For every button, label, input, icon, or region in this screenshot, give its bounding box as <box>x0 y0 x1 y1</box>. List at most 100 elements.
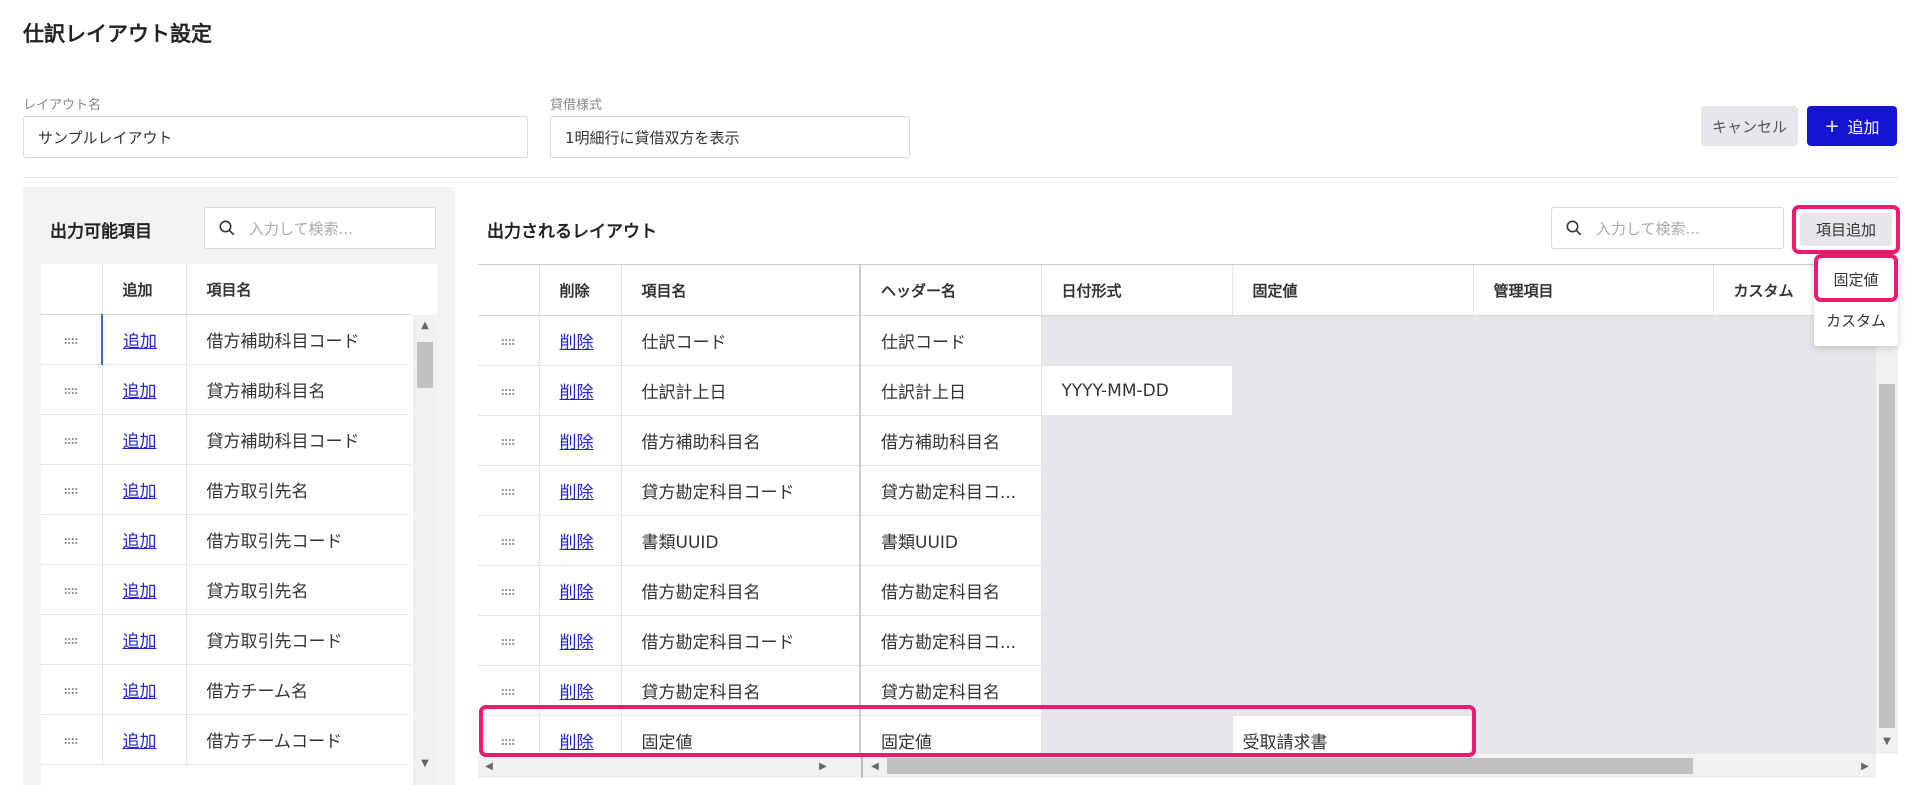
delete-link[interactable]: 削除 <box>560 333 594 353</box>
scroll-left-arrow-icon[interactable]: ◀ <box>482 759 496 773</box>
drag-handle-icon[interactable] <box>41 664 103 715</box>
search-icon <box>219 220 235 236</box>
management-item-cell <box>1473 715 1714 754</box>
table-row[interactable]: 削除 借方勘定科目名 借方勘定科目名 <box>478 565 1876 616</box>
table-row[interactable]: 削除 仕訳計上日 仕訳計上日 YYYY-MM-DD <box>478 365 1876 416</box>
table-row[interactable]: 追加 貸方取引先名 <box>41 564 411 615</box>
available-scrollbar-thumb[interactable] <box>417 342 433 388</box>
scroll-down-arrow-icon[interactable]: ▼ <box>413 756 437 770</box>
drag-handle-icon[interactable] <box>478 465 540 516</box>
debit-credit-style-select[interactable]: 1明細行に貸借双方を表示 <box>550 116 910 158</box>
table-row[interactable]: 追加 借方取引先コード <box>41 514 411 565</box>
add-link[interactable]: 追加 <box>123 732 157 752</box>
add-button[interactable]: + 追加 <box>1807 106 1897 146</box>
output-horizontal-scrollbar-thumb[interactable] <box>887 758 1693 774</box>
drag-handle-icon[interactable] <box>478 515 540 566</box>
add-link[interactable]: 追加 <box>123 482 157 502</box>
available-search-placeholder: 入力して検索... <box>249 219 353 238</box>
table-row[interactable]: 削除 借方勘定科目コード 借方勘定科目コ... <box>478 615 1876 666</box>
drag-handle-icon[interactable] <box>478 565 540 616</box>
delete-link[interactable]: 削除 <box>560 433 594 453</box>
layout-name-label: レイアウト名 <box>23 98 102 113</box>
debit-credit-style-label: 貸借様式 <box>550 98 603 113</box>
drag-handle-icon[interactable] <box>478 365 540 416</box>
add-link[interactable]: 追加 <box>123 432 157 452</box>
handle-col-header <box>41 264 103 315</box>
add-link[interactable]: 追加 <box>123 682 157 702</box>
add-link[interactable]: 追加 <box>123 632 157 652</box>
add-link[interactable]: 追加 <box>123 382 157 402</box>
delete-link[interactable]: 削除 <box>560 383 594 403</box>
delete-link[interactable]: 削除 <box>560 483 594 503</box>
header-name-input[interactable]: 借方勘定科目名 <box>860 565 1042 616</box>
drag-handle-icon[interactable] <box>478 615 540 666</box>
scroll-right-arrow-icon[interactable]: ▶ <box>1858 759 1872 773</box>
dropdown-item-custom[interactable]: カスタム <box>1814 300 1898 340</box>
output-header-row: 削除 項目名 ヘッダー名 日付形式 固定値 管理項目 カスタム <box>478 265 1876 316</box>
header-name-input[interactable]: 貸方勘定科目コ... <box>860 465 1042 516</box>
item-name: 仕訳コード <box>621 315 861 366</box>
search-icon <box>1566 220 1582 236</box>
scroll-right-arrow-icon[interactable]: ▶ <box>816 759 830 773</box>
table-row[interactable]: 追加 借方チーム名 <box>41 664 411 715</box>
header-name-input[interactable]: 借方勘定科目コ... <box>860 615 1042 666</box>
item-name: 仕訳計上日 <box>621 365 861 416</box>
management-item-cell <box>1473 515 1714 566</box>
scroll-up-arrow-icon[interactable]: ▲ <box>413 318 437 332</box>
add-link[interactable]: 追加 <box>123 582 157 602</box>
drag-handle-icon[interactable] <box>41 314 103 365</box>
drag-handle-icon[interactable] <box>41 564 103 615</box>
table-row[interactable]: 追加 借方補助科目コード <box>41 314 411 365</box>
header-name-input[interactable]: 仕訳コード <box>860 315 1042 366</box>
item-name: 借方補助科目コード <box>186 314 411 365</box>
output-layout-title: 出力されるレイアウト <box>487 222 657 242</box>
available-search-input[interactable]: 入力して検索... <box>204 207 436 249</box>
output-search-input[interactable]: 入力して検索... <box>1551 207 1784 249</box>
drag-handle-icon[interactable] <box>478 315 540 366</box>
scroll-left-arrow-icon[interactable]: ◀ <box>868 759 882 773</box>
item-name: 貸方勘定科目コード <box>621 465 861 516</box>
table-row[interactable]: 削除 書類UUID 書類UUID <box>478 515 1876 566</box>
header-divider <box>23 177 1898 178</box>
add-link[interactable]: 追加 <box>123 532 157 552</box>
add-button-label: 追加 <box>1847 118 1880 137</box>
date-format-input[interactable]: YYYY-MM-DD <box>1041 365 1233 416</box>
drag-handle-icon[interactable] <box>41 464 103 515</box>
custom-cell <box>1713 615 1876 666</box>
drag-handle-icon[interactable] <box>41 614 103 665</box>
table-row[interactable]: 追加 借方チームコード <box>41 714 411 765</box>
custom-cell <box>1713 415 1876 466</box>
table-row[interactable]: 追加 貸方補助科目コード <box>41 414 411 465</box>
delete-link[interactable]: 削除 <box>560 583 594 603</box>
delete-link[interactable]: 削除 <box>560 633 594 653</box>
table-row[interactable]: 追加 貸方取引先コード <box>41 614 411 665</box>
fixed-value-input <box>1232 615 1474 666</box>
layout-name-input[interactable]: サンプルレイアウト <box>23 116 528 158</box>
header-name-input[interactable]: 借方補助科目名 <box>860 415 1042 466</box>
scroll-down-arrow-icon[interactable]: ▼ <box>1876 734 1898 748</box>
drag-handle-icon[interactable] <box>41 714 103 765</box>
custom-cell <box>1713 665 1876 716</box>
table-row[interactable]: 削除 貸方勘定科目コード 貸方勘定科目コ... <box>478 465 1876 516</box>
available-header-row: 追加 項目名 <box>41 264 411 315</box>
add-link[interactable]: 追加 <box>123 332 157 352</box>
output-vertical-scrollbar-thumb[interactable] <box>1879 384 1895 728</box>
available-items-table-wrap: 追加 項目名 追加 借方補助科目コード 追加 貸方補助科目名 追加 貸方補助科目コード 追加… <box>41 264 437 785</box>
col-header-item-name: 項目名 <box>621 265 861 316</box>
header-name-input[interactable]: 仕訳計上日 <box>860 365 1042 416</box>
drag-handle-icon[interactable] <box>41 414 103 465</box>
drag-handle-icon[interactable] <box>478 415 540 466</box>
frozen-column-divider <box>861 754 863 778</box>
header-name-input[interactable]: 書類UUID <box>860 515 1042 566</box>
cancel-button[interactable]: キャンセル <box>1701 106 1798 146</box>
delete-link[interactable]: 削除 <box>560 683 594 703</box>
table-row[interactable]: 追加 貸方補助科目名 <box>41 364 411 415</box>
item-name: 借方チーム名 <box>186 664 411 715</box>
table-row[interactable]: 追加 借方取引先名 <box>41 464 411 515</box>
table-row[interactable]: 削除 仕訳コード 仕訳コード <box>478 315 1876 366</box>
date-format-input <box>1041 415 1233 466</box>
drag-handle-icon[interactable] <box>41 514 103 565</box>
table-row[interactable]: 削除 借方補助科目名 借方補助科目名 <box>478 415 1876 466</box>
delete-link[interactable]: 削除 <box>560 533 594 553</box>
drag-handle-icon[interactable] <box>41 364 103 415</box>
